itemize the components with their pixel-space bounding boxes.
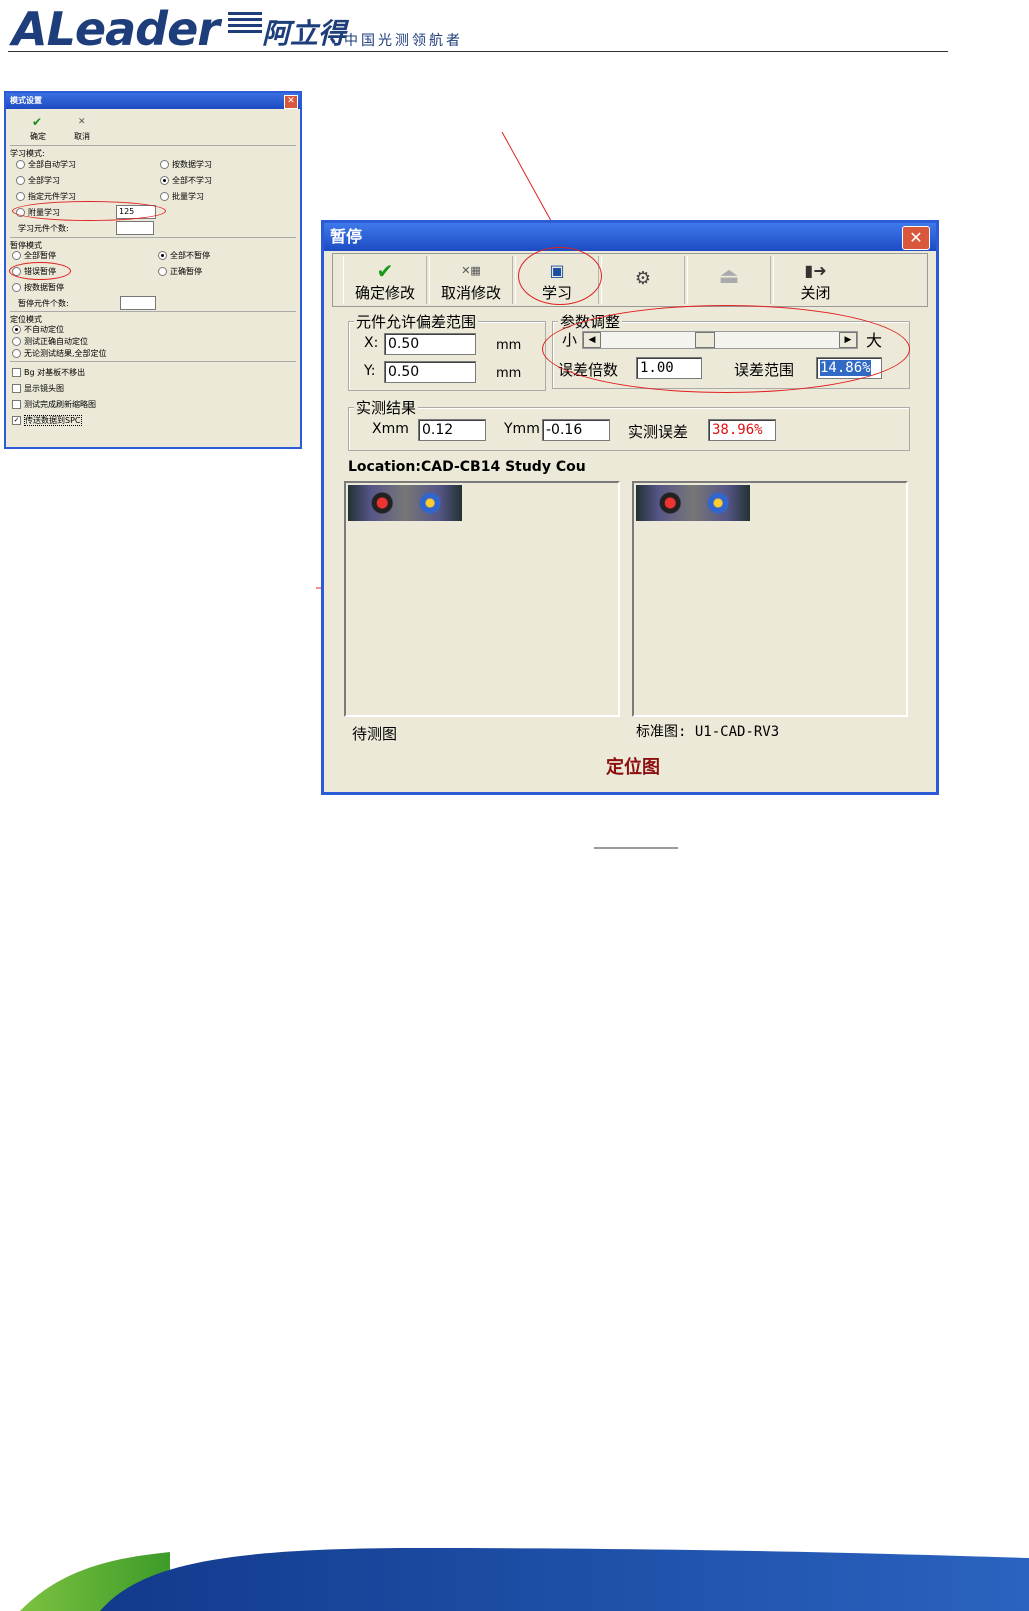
location-label: Location:CAD-CB14 Study Cou bbox=[348, 459, 586, 475]
x-unit-label: mm bbox=[496, 338, 522, 353]
standard-image-caption: 标准图: U1-CAD-RV3 bbox=[636, 724, 780, 740]
xmm-label: Xmm bbox=[372, 421, 409, 437]
result-group-label: 实测结果 bbox=[354, 397, 419, 418]
footer-swoosh-graphic bbox=[20, 1548, 1029, 1611]
ymm-label: Ymm bbox=[504, 421, 540, 437]
cancel-change-button[interactable]: ✕▦ 取消修改 bbox=[429, 256, 513, 304]
eject-button[interactable]: ⏏ bbox=[687, 256, 771, 304]
pause-dialog-title: 暂停 bbox=[330, 227, 363, 246]
test-image-panel bbox=[344, 481, 620, 717]
annotation-ellipse bbox=[518, 247, 602, 305]
ymm-input[interactable]: -0.16 bbox=[542, 419, 610, 441]
annotation-ellipse bbox=[542, 305, 910, 393]
confirm-change-button[interactable]: ✔ 确定修改 bbox=[343, 256, 427, 304]
exit-door-icon: ▮➜ bbox=[804, 261, 827, 280]
locate-image-title: 定位图 bbox=[606, 757, 660, 778]
pause-dialog: 暂停 ✕ ✔ 确定修改 ✕▦ 取消修改 ▣ 学习 ⚙ ⏏ ▮➜ 关闭 元件允许偏… bbox=[321, 220, 939, 795]
check-icon: ✔ bbox=[376, 259, 394, 283]
close-button[interactable]: ▮➜ 关闭 bbox=[773, 256, 857, 304]
standard-image-thumbnail bbox=[636, 485, 750, 521]
pause-toolbar: ✔ 确定修改 ✕▦ 取消修改 ▣ 学习 ⚙ ⏏ ▮➜ 关闭 bbox=[332, 253, 928, 307]
test-image-thumbnail bbox=[348, 485, 462, 521]
test-image-caption: 待测图 bbox=[352, 725, 398, 743]
x-tolerance-label: X: bbox=[364, 335, 379, 351]
pause-dialog-titlebar: 暂停 bbox=[324, 223, 936, 251]
y-tolerance-label: Y: bbox=[364, 363, 376, 379]
measured-error-field: 38.96% bbox=[708, 419, 776, 441]
y-unit-label: mm bbox=[496, 366, 522, 381]
eject-icon: ⏏ bbox=[718, 264, 740, 289]
settings-button[interactable]: ⚙ bbox=[601, 256, 685, 304]
standard-image-panel bbox=[632, 481, 908, 717]
y-tolerance-input[interactable]: 0.50 bbox=[384, 361, 476, 383]
cancel-grid-icon: ✕▦ bbox=[461, 264, 481, 277]
gear-icon: ⚙ bbox=[634, 268, 652, 289]
xmm-input[interactable]: 0.12 bbox=[418, 419, 486, 441]
x-tolerance-input[interactable]: 0.50 bbox=[384, 333, 476, 355]
measured-error-label: 实测误差 bbox=[628, 423, 689, 441]
close-icon[interactable]: ✕ bbox=[902, 226, 930, 250]
tolerance-group-label: 元件允许偏差范围 bbox=[354, 311, 479, 332]
